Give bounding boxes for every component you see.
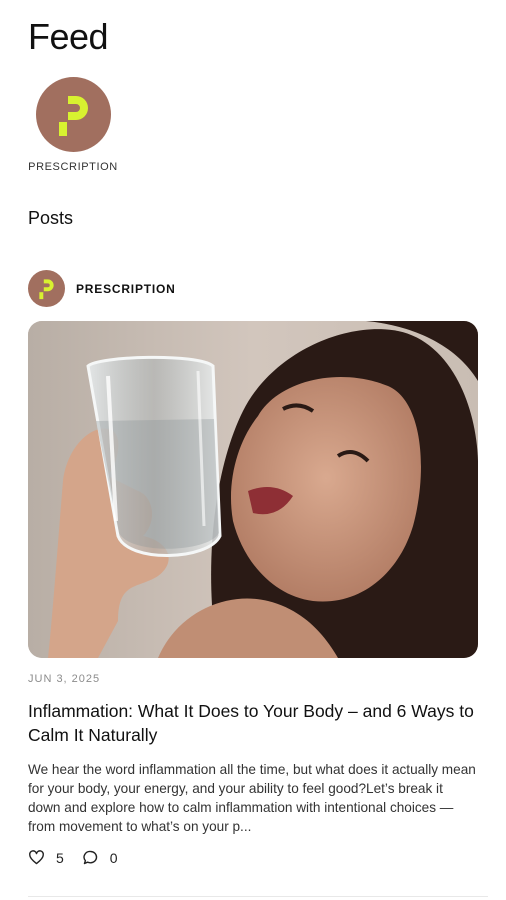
post-title[interactable]: Inflammation: What It Does to Your Body … [28,699,488,747]
post-author[interactable]: PRESCRIPTION [28,270,176,307]
brand-profile[interactable]: PRESCRIPTION [28,77,118,173]
author-avatar-icon [28,270,65,307]
heart-icon [29,850,44,865]
comment-button[interactable]: 0 [82,849,118,866]
post-image[interactable] [28,321,478,658]
like-button[interactable]: 5 [28,849,64,866]
post-excerpt: We hear the word inflammation all the ti… [28,762,476,834]
comment-bubble-icon [83,850,98,865]
brand-name: PRESCRIPTION [28,161,118,173]
post-divider [28,896,488,897]
like-count: 5 [56,849,64,866]
post-date: JUN 3, 2025 [28,673,101,685]
post-author-name: PRESCRIPTION [76,281,176,296]
comment-count: 0 [109,849,118,866]
posts-section-title: Posts [28,208,74,228]
page-title: Feed [28,16,109,57]
prescription-logo-icon [35,77,111,152]
post-actions: 5 0 [28,849,136,866]
